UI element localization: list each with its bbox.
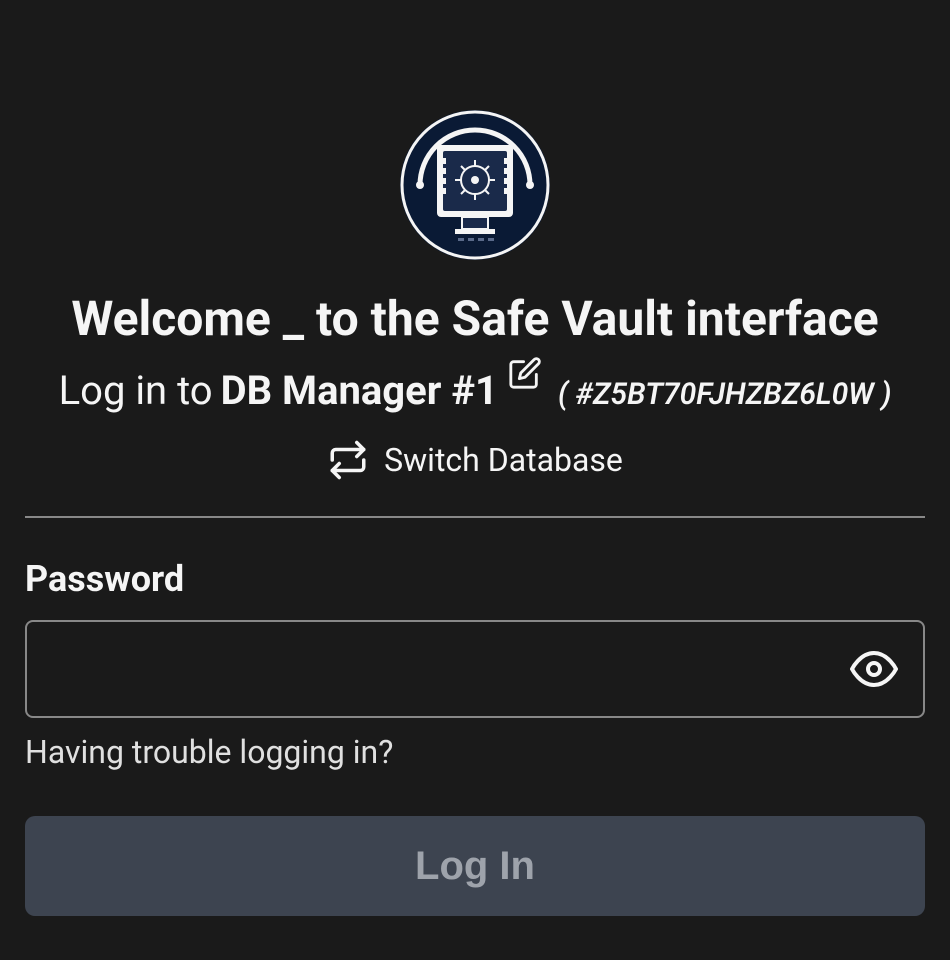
password-field-container [25, 620, 925, 718]
switch-icon [327, 439, 369, 481]
eye-icon [850, 645, 898, 693]
password-input[interactable] [52, 622, 850, 716]
switch-database-button[interactable]: Switch Database [327, 439, 623, 481]
divider [25, 516, 925, 518]
edit-name-button[interactable] [508, 356, 542, 394]
trouble-logging-in-link[interactable]: Having trouble logging in? [25, 733, 393, 771]
welcome-title: Welcome _ to the Safe Vault interface [71, 290, 878, 347]
database-id: ( #Z5BT70FJHZBZ6L0W ) [558, 377, 891, 412]
edit-icon [508, 356, 542, 390]
login-button[interactable]: Log In [25, 816, 925, 916]
app-logo [400, 110, 550, 260]
toggle-password-visibility-button[interactable] [850, 645, 898, 693]
database-name: DB Manager #1 [221, 367, 498, 414]
login-form: Password Having trouble logging in? Log … [25, 558, 925, 916]
login-subtitle: Log in to DB Manager #1 ( #Z5BT70FJHZBZ6… [20, 367, 930, 414]
switch-database-label: Switch Database [384, 441, 623, 479]
password-label: Password [25, 558, 925, 600]
login-prefix: Log in to [59, 367, 213, 414]
